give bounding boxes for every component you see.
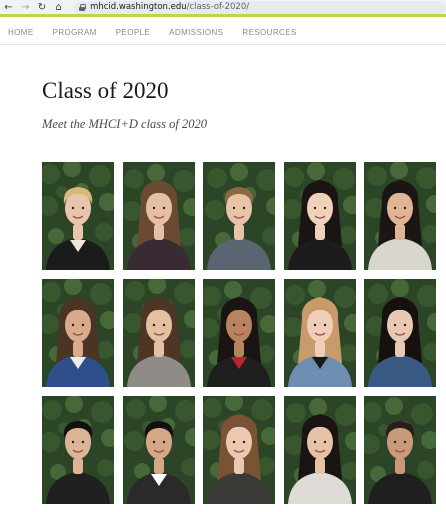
nav-program[interactable]: PROGRAM: [53, 28, 97, 37]
student-portrait[interactable]: [42, 396, 114, 504]
student-portrait[interactable]: [122, 162, 195, 270]
student-portrait[interactable]: [364, 396, 436, 504]
home-icon[interactable]: ⌂: [50, 0, 67, 14]
student-portrait[interactable]: [203, 396, 275, 504]
lock-icon: [79, 3, 87, 11]
forward-arrow-icon[interactable]: →: [17, 0, 34, 14]
student-portrait[interactable]: [283, 279, 356, 387]
site-nav: HOME PROGRAM PEOPLE ADMISSIONS RESOURCES: [0, 20, 446, 45]
back-arrow-icon[interactable]: ←: [0, 0, 17, 14]
address-bar[interactable]: mhcid.washington.edu/class-of-2020/: [73, 0, 446, 14]
student-portrait[interactable]: [203, 162, 275, 270]
page-title: Class of 2020: [42, 78, 169, 103]
student-portrait[interactable]: [42, 279, 114, 387]
nav-home[interactable]: HOME: [8, 28, 34, 37]
reload-icon[interactable]: ↻: [34, 0, 51, 14]
url-host: mhcid.washington.edu: [90, 2, 187, 12]
nav-resources[interactable]: RESOURCES: [242, 28, 296, 37]
student-portrait[interactable]: [283, 396, 356, 504]
page-subtitle: Meet the MHCI+D class of 2020: [42, 117, 208, 131]
url-path: /class-of-2020/: [186, 2, 250, 12]
student-portrait[interactable]: [42, 162, 114, 270]
browser-toolbar: ← → ↻ ⌂ mhcid.washington.edu/class-of-20…: [0, 0, 446, 17]
student-portrait[interactable]: [203, 279, 275, 387]
student-portrait[interactable]: [364, 279, 436, 387]
student-portrait[interactable]: [364, 162, 436, 270]
student-portrait[interactable]: [122, 279, 195, 387]
nav-people[interactable]: PEOPLE: [116, 28, 150, 37]
student-portrait[interactable]: [122, 396, 195, 504]
portrait-grid: [42, 162, 436, 504]
student-portrait[interactable]: [283, 162, 356, 270]
nav-admissions[interactable]: ADMISSIONS: [169, 28, 223, 37]
